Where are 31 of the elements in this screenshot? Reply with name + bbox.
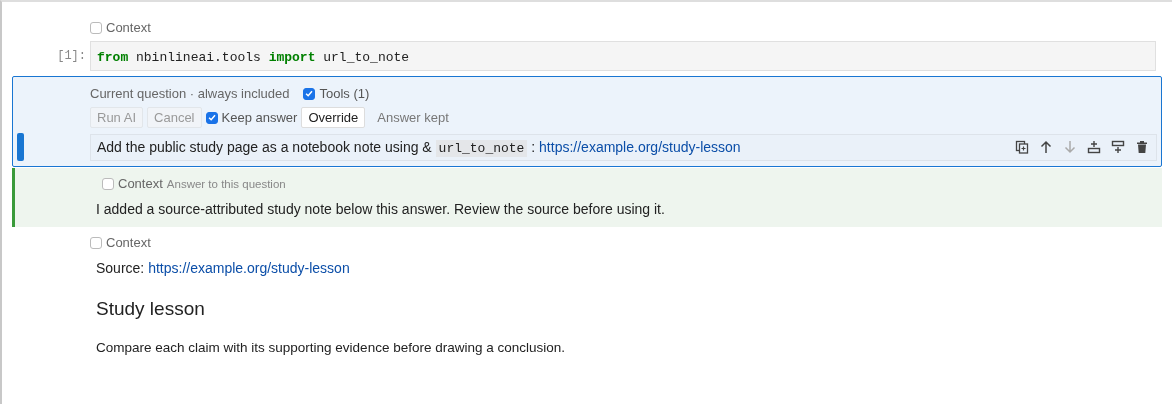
source-link[interactable]: https://example.org/study-lesson [148, 260, 350, 276]
question-input[interactable]: Add the public study page as a notebook note using & url_to_note : https://example.org/study-lesson [90, 133, 1157, 161]
paragraph: Compare each claim with its supporting evidence before drawing a conclusion. [96, 340, 566, 355]
insert-below-icon[interactable] [1110, 139, 1126, 155]
tools-checkbox[interactable] [303, 87, 316, 100]
active-cell-marker [17, 133, 24, 161]
context-checkbox[interactable] [90, 236, 102, 249]
override-button[interactable]: Override [301, 107, 366, 128]
tools-label: Tools (1) [319, 86, 370, 101]
answer-subtitle: Answer to this question [166, 177, 286, 190]
question-header: Current question · always included [90, 86, 290, 101]
context-label: Context [118, 176, 163, 191]
heading: Study lesson [96, 298, 206, 320]
question-text: Add the public study page as a notebook note using & url_to_note : https://example.org/study-lesson [97, 138, 741, 156]
context-label: Context [106, 235, 151, 250]
execution-count: [1]: [56, 49, 87, 63]
context-label: Context [106, 20, 151, 35]
context-checkbox[interactable] [90, 21, 102, 34]
answer-text: I added a source-attributed study note below this answer. Review the source before using it. [96, 201, 666, 217]
code-line: from nbinlineai.tools import url_to_note [97, 50, 410, 65]
insert-above-icon[interactable] [1086, 139, 1102, 155]
keep-answer-checkbox[interactable] [205, 111, 218, 124]
arrow-up-icon[interactable] [1038, 139, 1054, 155]
code-editor[interactable]: from nbinlineai.tools import url_to_note [90, 41, 1156, 71]
link[interactable]: https://example.org/study-lesson [539, 138, 741, 155]
context-checkbox[interactable] [102, 177, 114, 190]
status-text: Answer kept [377, 110, 449, 125]
source-label: Source: [96, 260, 145, 276]
duplicate-icon[interactable] [1014, 139, 1030, 155]
delete-icon[interactable] [1134, 139, 1150, 155]
keep-answer-label: Keep answer [221, 110, 298, 125]
